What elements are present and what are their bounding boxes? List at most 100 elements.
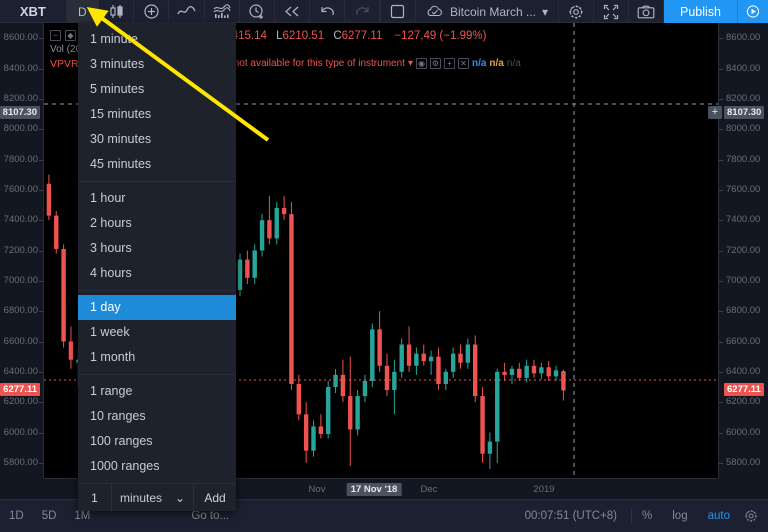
interval-option-1-hour[interactable]: 1 hour (78, 186, 236, 211)
bar-replay-icon[interactable] (275, 0, 311, 23)
axis-tick (39, 129, 43, 131)
interval-option-1-range[interactable]: 1 range (78, 379, 236, 404)
interval-option-5-minutes[interactable]: 5 minutes (78, 77, 236, 102)
price-tick-label: 6600.00 (726, 335, 761, 347)
crosshair-date-tag: 17 Nov '18 (346, 483, 402, 496)
tradingview-chart-app: XBT D Bitcoin March ... ▾ Publish − ◆ 64… (0, 0, 768, 532)
axis-tick (39, 311, 43, 313)
legend-change: −127,49 (−1.99%) (394, 29, 487, 42)
interval-option-2-hours[interactable]: 2 hours (78, 211, 236, 236)
price-axis-right[interactable]: 8600.00 8400.00 8200.00 8000.00 7800.00 7600.… (708, 23, 768, 478)
ohlc-close-key: C (333, 29, 342, 42)
candlestick-chart-type-icon[interactable] (99, 0, 135, 23)
legend-na-gray: n/a (506, 58, 521, 69)
price-tick-label: 6000.00 (726, 426, 761, 438)
interval-option-3-minutes[interactable]: 3 minutes (78, 52, 236, 77)
last-price-tag: 6277.11 (0, 383, 40, 397)
add-interval-button[interactable]: Add (194, 484, 236, 511)
range-button-1m[interactable]: 1M (65, 510, 99, 522)
axis-tick (39, 68, 43, 70)
axis-tick (39, 402, 43, 404)
symbol-button[interactable]: XBT (0, 0, 67, 23)
chevron-down-icon[interactable]: ▾ (542, 5, 548, 19)
price-tick-label: 6000.00 (3, 426, 38, 438)
custom-interval-unit-label: minutes (120, 490, 163, 505)
custom-interval-quantity-input[interactable]: 1 (78, 484, 112, 511)
interval-option-3-hours[interactable]: 3 hours (78, 236, 236, 261)
publish-button[interactable]: Publish (664, 0, 739, 23)
axis-tick (39, 280, 43, 282)
settings-gear-icon[interactable]: ⚙ (429, 58, 441, 69)
go-to-date-input[interactable]: Go to... (179, 510, 241, 522)
gear-icon[interactable] (559, 0, 595, 23)
gear-icon[interactable] (740, 509, 768, 523)
undo-icon[interactable] (310, 0, 346, 23)
add-icon[interactable]: + (443, 58, 455, 69)
price-axis-left[interactable]: 8600.00 8400.00 8200.00 8000.00 7800.00 7600.… (0, 23, 44, 478)
price-tick-label: 6800.00 (726, 305, 761, 317)
eye-icon[interactable]: ◉ (415, 58, 427, 69)
layout-square-icon[interactable] (381, 0, 416, 23)
interval-option-100-ranges[interactable]: 100 ranges (78, 429, 236, 454)
axis-tick (39, 371, 43, 373)
price-tick-label: 8400.00 (726, 62, 761, 74)
percent-scale-button[interactable]: % (632, 510, 662, 522)
play-icon[interactable] (738, 0, 768, 23)
crosshair-add-icon[interactable]: + (708, 105, 722, 119)
axis-tick (39, 98, 43, 100)
fullscreen-icon[interactable] (594, 0, 630, 23)
price-tick-label: 7600.00 (3, 183, 38, 195)
axis-tick (719, 98, 723, 100)
range-button-5d[interactable]: 5D (33, 510, 66, 522)
crosshair-price-tag: 8107.30 (0, 105, 40, 119)
axis-tick (719, 280, 723, 282)
custom-interval-unit-select[interactable]: minutes ⌄ (112, 484, 194, 511)
interval-option-30-minutes[interactable]: 30 minutes (78, 127, 236, 152)
interval-button[interactable]: D (66, 0, 100, 23)
axis-tick (719, 432, 723, 434)
custom-interval-row: 1 minutes ⌄ Add (78, 483, 236, 511)
ohlc-low-value: 6210.51 (282, 29, 325, 42)
axis-tick (719, 341, 723, 343)
interval-dropdown-menu[interactable]: 1 minute 3 minutes 5 minutes 15 minutes 30 m… (78, 23, 236, 511)
camera-icon[interactable] (629, 0, 665, 23)
redo-icon[interactable] (345, 0, 380, 23)
interval-option-1-month[interactable]: 1 month (78, 345, 236, 370)
cloud-check-icon (427, 5, 442, 17)
clock-label[interactable]: 00:07:51 (UTC+8) (525, 510, 631, 522)
indicators-plus-icon[interactable] (134, 0, 170, 23)
line-tool-icon[interactable] (169, 0, 206, 23)
interval-option-45-minutes[interactable]: 45 minutes (78, 152, 236, 177)
axis-tick (719, 402, 723, 404)
range-button-1d[interactable]: 1D (0, 510, 33, 522)
collapse-icon[interactable]: − (50, 30, 61, 41)
price-tick-label: 6400.00 (3, 365, 38, 377)
price-tick-label: 6200.00 (726, 396, 761, 408)
interval-option-1-day[interactable]: 1 day (78, 295, 236, 320)
axis-tick (39, 341, 43, 343)
price-tick-label: 7800.00 (726, 153, 761, 165)
axis-tick (719, 68, 723, 70)
interval-option-1000-ranges[interactable]: 1000 ranges (78, 454, 236, 479)
time-tick-label: Dec (420, 484, 438, 495)
interval-option-15-minutes[interactable]: 15 minutes (78, 102, 236, 127)
interval-option-1-minute[interactable]: 1 minute (78, 27, 236, 52)
interval-option-1-week[interactable]: 1 week (78, 320, 236, 345)
interval-option-4-hours[interactable]: 4 hours (78, 261, 236, 286)
price-tick-label: 7400.00 (3, 214, 38, 226)
chart-template-selector[interactable]: Bitcoin March ... ▾ (416, 0, 560, 23)
eye-visibility-icon[interactable]: ◆ (65, 30, 76, 41)
log-scale-button[interactable]: log (662, 510, 697, 522)
auto-scale-button[interactable]: auto (698, 510, 740, 522)
interval-option-10-ranges[interactable]: 10 ranges (78, 404, 236, 429)
axis-tick (719, 311, 723, 313)
remove-icon[interactable]: ✕ (457, 58, 469, 69)
price-tick-label: 7200.00 (3, 244, 38, 256)
indicator-template-icon[interactable] (205, 0, 241, 23)
axis-tick (39, 189, 43, 191)
price-tick-label: 6200.00 (3, 396, 38, 408)
legend-volume-chevron-icon[interactable]: ▾ (408, 58, 413, 69)
alert-clock-icon[interactable] (240, 0, 276, 23)
price-tick-label: 7600.00 (726, 183, 761, 195)
price-tick-label: 7200.00 (726, 244, 761, 256)
